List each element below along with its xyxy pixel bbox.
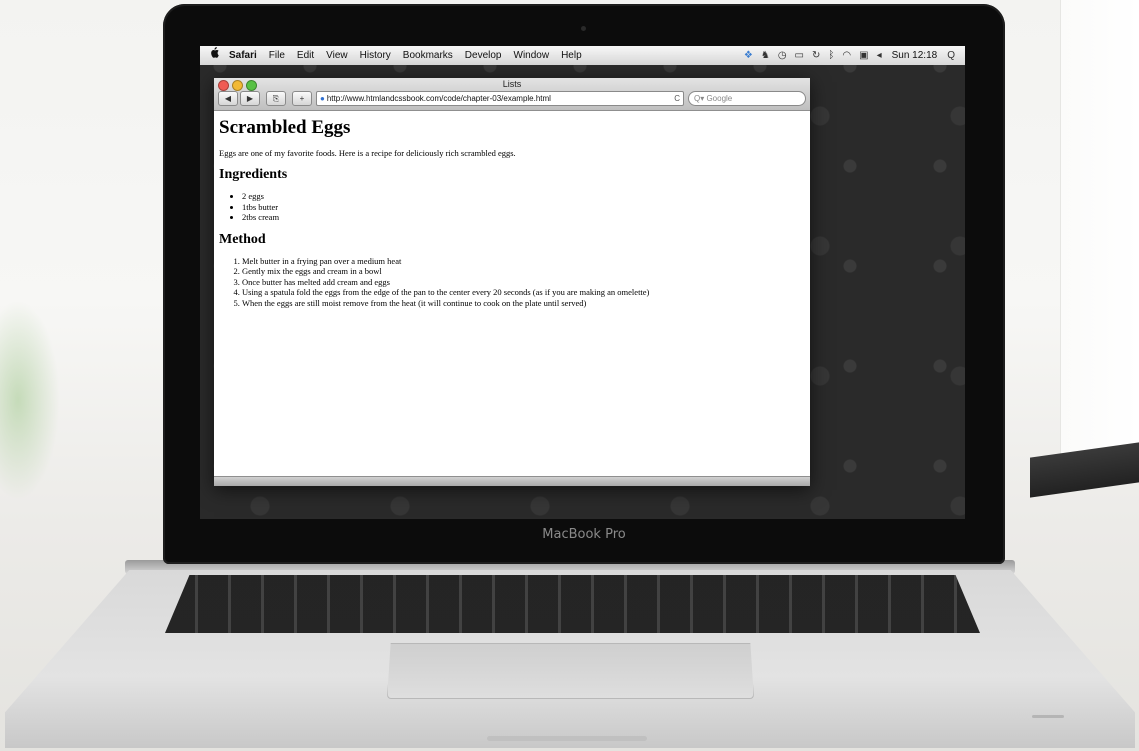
bluetooth-icon[interactable]: ᛒ: [824, 46, 838, 65]
menu-view[interactable]: View: [320, 46, 354, 65]
menu-safari[interactable]: Safari: [223, 46, 263, 65]
bookmarks-button[interactable]: ⎘: [266, 91, 286, 106]
menu-bookmarks[interactable]: Bookmarks: [397, 46, 459, 65]
method-heading: Method: [219, 231, 266, 247]
laptop-front-notch: [487, 736, 647, 741]
menu-develop[interactable]: Develop: [459, 46, 508, 65]
list-item: Melt butter in a frying pan over a mediu…: [242, 256, 805, 267]
ingredients-list: 2 eggs 1tbs butter 2tbs cream: [219, 191, 805, 223]
forward-button[interactable]: ▶: [240, 91, 260, 106]
intro-text: Eggs are one of my favorite foods. Here …: [219, 148, 516, 158]
list-item: 1tbs butter: [242, 202, 805, 213]
list-item: 2 eggs: [242, 191, 805, 202]
list-item: Using a spatula fold the eggs from the e…: [242, 287, 805, 298]
dropbox-icon[interactable]: ❖: [740, 46, 757, 65]
list-item: Gently mix the eggs and cream in a bowl: [242, 266, 805, 277]
add-bookmark-button[interactable]: +: [292, 91, 312, 106]
screen: Safari File Edit View History Bookmarks …: [200, 46, 965, 519]
window-titlebar: Lists ◀ ▶ ⎘ + ● http://www.htmlandcssboo…: [214, 78, 810, 111]
menu-history[interactable]: History: [354, 46, 397, 65]
ingredients-heading: Ingredients: [219, 167, 288, 182]
timemachine-icon[interactable]: ◷: [774, 46, 791, 65]
apple-menu-icon[interactable]: [200, 46, 223, 65]
url-text: http://www.htmlandcssbook.com/code/chapt…: [326, 94, 551, 103]
display-icon[interactable]: ▭: [791, 46, 808, 65]
battery-icon[interactable]: ▣: [855, 46, 872, 65]
volume-icon[interactable]: ◂: [873, 46, 886, 65]
list-item: 2tbs cream: [242, 212, 805, 223]
background-table: [1030, 442, 1139, 498]
sleep-indicator: [1032, 715, 1064, 718]
menu-help[interactable]: Help: [555, 46, 588, 65]
sync-icon[interactable]: ↻: [808, 46, 824, 65]
back-button[interactable]: ◀: [218, 91, 238, 106]
browser-toolbar: ◀ ▶ ⎘ + ● http://www.htmlandcssbook.com/…: [218, 91, 806, 106]
laptop-lid: MacBook Pro Safari File Edit View Histor…: [163, 4, 1005, 564]
search-input[interactable]: Q▾ Google: [688, 91, 806, 106]
menu-bar: Safari File Edit View History Bookmarks …: [200, 46, 965, 65]
menu-clock[interactable]: Sun 12:18: [886, 46, 944, 65]
address-bar[interactable]: ● http://www.htmlandcssbook.com/code/cha…: [316, 91, 684, 106]
window-title: Lists: [502, 79, 522, 89]
menu-edit[interactable]: Edit: [291, 46, 320, 65]
spotlight-search-icon[interactable]: Q: [943, 46, 959, 65]
device-label: MacBook Pro: [542, 527, 626, 542]
laptop-trackpad: [387, 643, 754, 699]
background-plant: [0, 300, 60, 500]
status-bar: [214, 476, 810, 486]
list-item: When the eggs are still moist remove fro…: [242, 298, 805, 309]
reload-icon[interactable]: C: [674, 92, 680, 105]
menu-file[interactable]: File: [263, 46, 291, 65]
status-area: ❖ ♞ ◷ ▭ ↻ ᛒ ◠ ▣ ◂ Sun 12:18 Q: [740, 46, 965, 65]
laptop-keyboard: [165, 575, 980, 633]
page-title: Scrambled Eggs: [219, 117, 351, 138]
camera-icon: [581, 26, 586, 31]
wifi-icon[interactable]: ◠: [838, 46, 855, 65]
background-window: [1060, 0, 1139, 470]
method-list: Melt butter in a frying pan over a mediu…: [219, 256, 805, 309]
globe-icon: ●: [320, 94, 325, 103]
page-content: Scrambled Eggs Eggs are one of my favori…: [214, 111, 810, 477]
menu-window[interactable]: Window: [508, 46, 556, 65]
evernote-icon[interactable]: ♞: [757, 46, 774, 65]
list-item: Once butter has melted add cream and egg…: [242, 277, 805, 288]
safari-window: Lists ◀ ▶ ⎘ + ● http://www.htmlandcssboo…: [214, 78, 810, 486]
